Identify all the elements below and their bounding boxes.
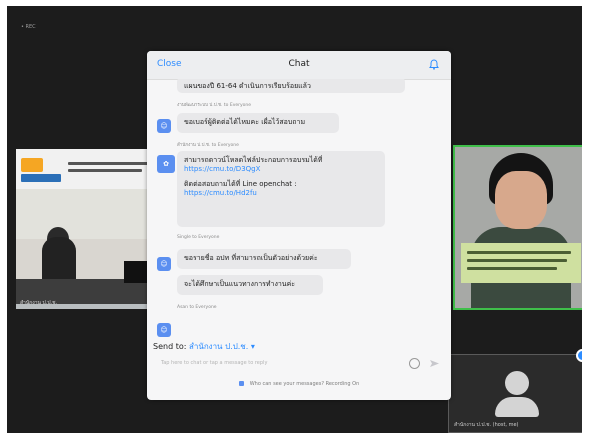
participant-face — [495, 171, 547, 229]
chat-panel: Close Chat แผนของปี 61-64 ดำเนินการเรียบ… — [147, 51, 451, 400]
sender-avatar-icon: ☺ — [157, 119, 171, 133]
message-text: ขอเบอร์ผู้ติดต่อได้ไหมคะ เผื่อไว้สอบถาม — [184, 118, 306, 126]
message-link[interactable]: https://cmu.to/Hd2fu — [184, 189, 378, 198]
message-sender: Asan to Everyone — [177, 305, 217, 310]
held-sign — [461, 243, 581, 283]
message-text: ขอรายชื่อ อปท ที่สามารถเป็นตัวอย่างด้วยค… — [184, 254, 318, 262]
message-sender: งานพัฒนาระบบ ป.ป.ช. to Everyone — [177, 103, 252, 108]
self-view-tile[interactable]: สำนักงาน ป.ป.ช. (host, me) — [448, 349, 582, 433]
sender-avatar-icon: ☺ — [157, 323, 171, 337]
sign-text-line — [467, 259, 567, 262]
message-link[interactable]: https://cmu.to/D3QgX — [184, 165, 260, 173]
message-bubble[interactable]: สามารถดาวน์โหลดไฟล์ประกอบการอบรมได้ที่ h… — [177, 151, 385, 227]
banner-text-line — [68, 162, 148, 165]
avatar-icon-body — [495, 397, 539, 417]
sender-avatar-icon: ☺ — [157, 257, 171, 271]
sign-text-line — [467, 267, 557, 270]
send-to-label: Send to: — [153, 342, 187, 351]
chat-header: Close Chat — [147, 51, 451, 80]
chat-input[interactable]: Tap here to chat or tap a message to rep… — [161, 360, 267, 366]
org-logo-text — [21, 174, 61, 182]
emoji-icon[interactable] — [409, 358, 420, 369]
message-text: สามารถดาวน์โหลดไฟล์ประกอบการอบรมได้ที่ — [184, 156, 323, 164]
message-bubble[interactable]: จะได้ศึกษาเป็นแนวทางการทำงานค่ะ — [177, 275, 323, 295]
message-sender: สำนักงาน ป.ป.ช. to Everyone — [177, 143, 239, 148]
room-curtain — [16, 189, 155, 239]
participant-video-right[interactable] — [453, 145, 582, 310]
recording-indicator: • REC — [21, 24, 36, 30]
chat-input-row[interactable]: Tap here to chat or tap a message to rep… — [147, 353, 451, 375]
org-logo — [21, 158, 43, 172]
send-to-target[interactable]: สำนักงาน ป.ป.ช. ▾ — [189, 342, 255, 351]
privacy-icon — [238, 381, 244, 386]
message-text: ติดต่อสอบถามได้ที่ Line openchat : — [184, 180, 297, 188]
participant-video-left[interactable]: สำนักงาน ป.ป.ช. — [16, 149, 155, 309]
sign-text-line — [467, 251, 571, 254]
message-bubble[interactable]: แผนของปี 61-64 ดำเนินการเรียบร้อยแล้ว — [177, 79, 405, 93]
send-to-selector[interactable]: Send to: สำนักงาน ป.ป.ช. ▾ — [153, 340, 255, 353]
send-icon[interactable] — [429, 358, 440, 369]
banner-text-line — [68, 169, 142, 172]
privacy-text[interactable]: Who can see your messages? Recording On — [250, 381, 360, 387]
message-text: จะได้ศึกษาเป็นแนวทางการทำงานค่ะ — [184, 280, 296, 288]
message-bubble[interactable]: ขอรายชื่อ อปท ที่สามารถเป็นตัวอย่างด้วยค… — [177, 249, 351, 269]
message-sender: Single to Everyone — [177, 235, 220, 240]
chat-title: Chat — [288, 59, 310, 69]
sender-avatar-icon: ✿ — [157, 155, 175, 173]
chat-footer: Who can see your messages? Recording On — [147, 381, 451, 387]
participant-name-label: สำนักงาน ป.ป.ช. — [20, 300, 58, 306]
self-view-label: สำนักงาน ป.ป.ช. (host, me) — [454, 422, 519, 428]
bell-icon[interactable] — [429, 59, 439, 70]
message-list[interactable]: แผนของปี 61-64 ดำเนินการเรียบร้อยแล้ว งา… — [147, 79, 451, 339]
active-indicator-dot — [576, 349, 582, 362]
avatar-icon — [505, 371, 529, 395]
message-bubble[interactable]: ขอเบอร์ผู้ติดต่อได้ไหมคะ เผื่อไว้สอบถาม — [177, 113, 339, 133]
message-text: แผนของปี 61-64 ดำเนินการเรียบร้อยแล้ว — [184, 82, 311, 90]
